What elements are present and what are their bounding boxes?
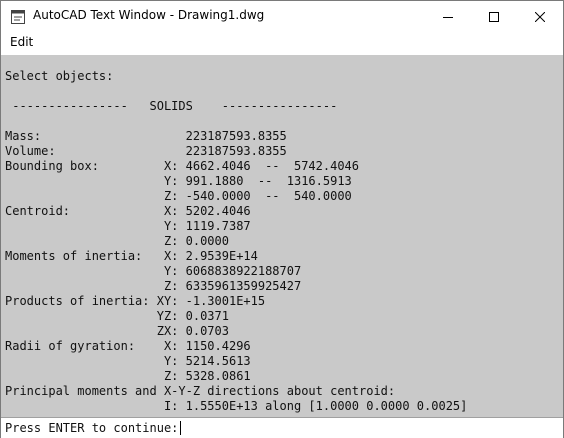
text-caret xyxy=(180,421,181,435)
output-line: Y: 991.1880 -- 1316.5913 xyxy=(5,174,352,188)
output-line: Z: -540.0000 -- 540.0000 xyxy=(5,189,352,203)
autocad-window-icon xyxy=(11,9,25,24)
command-line[interactable]: Press ENTER to continue: xyxy=(1,417,563,438)
output-line: Radii of gyration: X: 1150.4296 xyxy=(5,339,251,353)
minimize-icon xyxy=(443,17,453,18)
maximize-icon xyxy=(489,12,499,22)
output-line: Select objects: xyxy=(5,69,114,83)
output-line: Centroid: X: 5202.4046 xyxy=(5,204,251,218)
output-line: I: 1.5550E+13 along [1.0000 0.0000 0.002… xyxy=(5,399,468,413)
close-button[interactable] xyxy=(517,1,563,33)
output-line: Z: 5328.0861 xyxy=(5,369,251,383)
menu-edit[interactable]: Edit xyxy=(10,35,33,49)
output-line: Mass: 223187593.8355 xyxy=(5,129,287,143)
output-line: Z: 6335961359925427 xyxy=(5,279,302,293)
command-prompt: Press ENTER to continue: xyxy=(5,421,179,435)
menu-bar: Edit xyxy=(1,33,563,53)
output-line: ZX: 0.0703 xyxy=(5,324,229,338)
output-line: Y: 5214.5613 xyxy=(5,354,251,368)
output-line: Y: 6068838922188707 xyxy=(5,264,302,278)
output-line: Principal moments and X-Y-Z directions a… xyxy=(5,384,396,398)
close-icon xyxy=(535,12,545,22)
minimize-button[interactable] xyxy=(425,1,471,33)
output-line: Volume: 223187593.8355 xyxy=(5,144,287,158)
title-bar[interactable]: AutoCAD Text Window - Drawing1.dwg xyxy=(1,1,563,33)
output-line: YZ: 0.0371 xyxy=(5,309,229,323)
autocad-text-window: AutoCAD Text Window - Drawing1.dwg Edit … xyxy=(0,0,564,438)
history-output[interactable]: Select objects: ---------------- SOLIDS … xyxy=(1,55,563,417)
maximize-button[interactable] xyxy=(471,1,517,33)
output-line: Products of inertia: XY: -1.3001E+15 xyxy=(5,294,266,308)
output-line: Y: 1119.7387 xyxy=(5,219,251,233)
output-line: ---------------- SOLIDS ---------------- xyxy=(5,99,338,113)
window-title: AutoCAD Text Window - Drawing1.dwg xyxy=(33,8,265,22)
output-line: Z: 0.0000 xyxy=(5,234,229,248)
output-line: Moments of inertia: X: 2.9539E+14 xyxy=(5,249,258,263)
output-line: Bounding box: X: 4662.4046 -- 5742.4046 xyxy=(5,159,360,173)
